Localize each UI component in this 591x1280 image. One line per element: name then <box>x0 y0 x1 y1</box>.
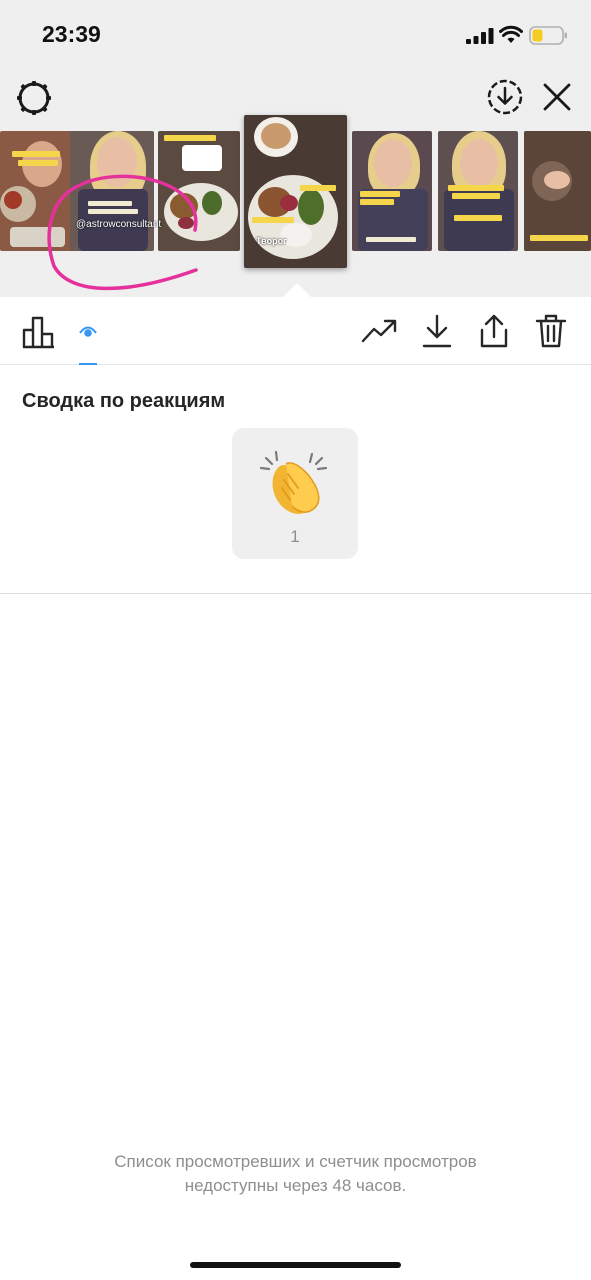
cellular-signal-icon <box>466 28 494 44</box>
story-sticker-text: Творог <box>256 236 287 246</box>
battery-icon <box>529 26 567 45</box>
reactions-summary-title: Сводка по реакциям <box>22 390 226 412</box>
trending-icon[interactable] <box>360 311 400 351</box>
story-thumbnail[interactable] <box>352 131 432 251</box>
eye-icon[interactable] <box>68 311 108 351</box>
section-divider <box>0 593 591 594</box>
status-bar: 23:39 <box>0 0 591 70</box>
annotation-circle <box>47 174 198 291</box>
reaction-count: 1 <box>290 527 300 546</box>
bar-chart-icon[interactable] <box>19 311 59 351</box>
story-thumbnail[interactable] <box>524 131 591 251</box>
wifi-icon <box>499 25 523 43</box>
status-time: 23:39 <box>42 21 101 47</box>
close-icon[interactable] <box>540 80 574 114</box>
viewers-unavailable-note: Список просмотревших и счетчик просмотро… <box>40 1150 551 1198</box>
note-line-2: недоступны через 48 часов. <box>184 1176 407 1195</box>
selected-story-pointer <box>283 283 311 297</box>
share-icon[interactable] <box>474 311 514 351</box>
story-insights-toolbar <box>0 297 591 365</box>
download-icon[interactable] <box>417 311 457 351</box>
gear-ring-icon[interactable] <box>14 78 54 118</box>
download-circle-icon[interactable] <box>486 78 524 116</box>
trash-icon[interactable] <box>531 311 571 351</box>
reaction-card[interactable]: 1 <box>232 428 358 559</box>
active-tab-indicator <box>79 363 97 365</box>
note-line-1: Список просмотревших и счетчик просмотро… <box>114 1152 477 1171</box>
home-indicator[interactable] <box>190 1262 401 1268</box>
clapping-hands-icon <box>259 450 328 515</box>
story-thumbnail[interactable] <box>438 131 518 251</box>
